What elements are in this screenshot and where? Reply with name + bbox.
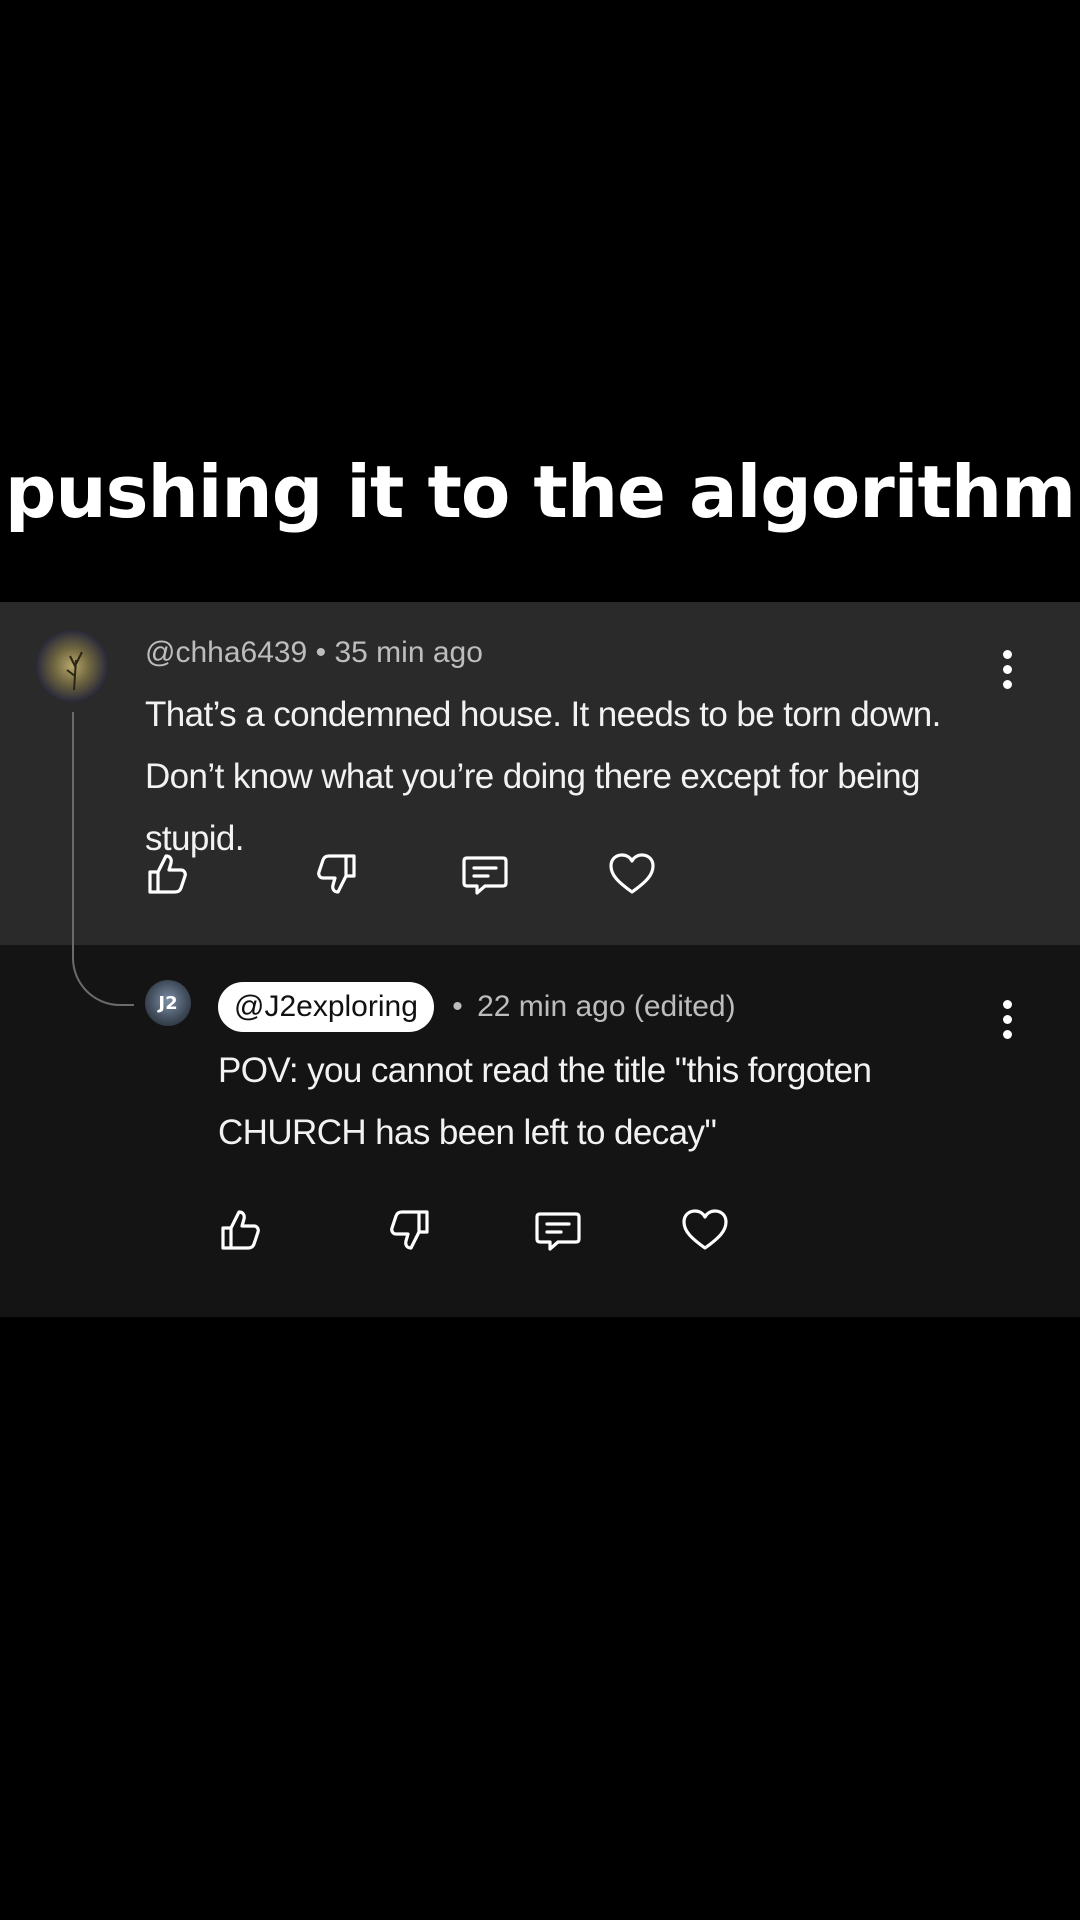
reply-comment-text: POV: you cannot read the title "this for… bbox=[218, 1051, 872, 1152]
thumbs-down-icon bbox=[390, 1210, 429, 1250]
reply-more-options-icon[interactable] bbox=[1001, 1000, 1013, 1039]
reply-reply-button[interactable] bbox=[532, 1204, 584, 1256]
parent-dislike-button[interactable] bbox=[310, 848, 362, 900]
parent-comment-time: 35 min ago bbox=[334, 636, 483, 669]
night-tree-avatar-icon bbox=[66, 651, 83, 691]
reply-like-button[interactable] bbox=[215, 1204, 267, 1256]
parent-like-button[interactable] bbox=[142, 848, 194, 900]
reply-avatar[interactable]: J2 bbox=[145, 980, 191, 1026]
heart-icon bbox=[609, 853, 655, 894]
thread-connector-line bbox=[72, 712, 134, 1006]
thumbs-down-icon bbox=[317, 854, 356, 894]
parent-comment-meta: @chha6439 • 35 min ago bbox=[145, 636, 483, 670]
reply-dislike-button[interactable] bbox=[383, 1204, 435, 1256]
reply-comment-time: 22 min ago (edited) bbox=[477, 990, 736, 1023]
parent-more-options-icon[interactable] bbox=[1001, 650, 1013, 689]
meta-separator: • bbox=[452, 990, 463, 1023]
parent-heart-button[interactable] bbox=[606, 848, 658, 900]
parent-comment-handle[interactable]: @chha6439 bbox=[145, 636, 307, 669]
heart-icon bbox=[682, 1209, 728, 1250]
parent-reply-button[interactable] bbox=[459, 848, 511, 900]
parent-avatar[interactable] bbox=[36, 630, 108, 702]
meta-separator: • bbox=[315, 636, 327, 669]
thumbs-up-icon bbox=[148, 854, 187, 894]
reply-comment-handle[interactable]: @J2exploring bbox=[218, 982, 434, 1032]
video-caption: pushing it to the algorithm bbox=[4, 450, 1076, 534]
reply-comment-meta: @J2exploring • 22 min ago (edited) bbox=[218, 982, 736, 1032]
thumbs-up-icon bbox=[221, 1210, 260, 1250]
reply-heart-button[interactable] bbox=[679, 1204, 731, 1256]
parent-comment-text: That’s a condemned house. It needs to be… bbox=[145, 695, 941, 858]
reply-icon bbox=[535, 1212, 581, 1251]
reply-icon bbox=[462, 856, 508, 895]
